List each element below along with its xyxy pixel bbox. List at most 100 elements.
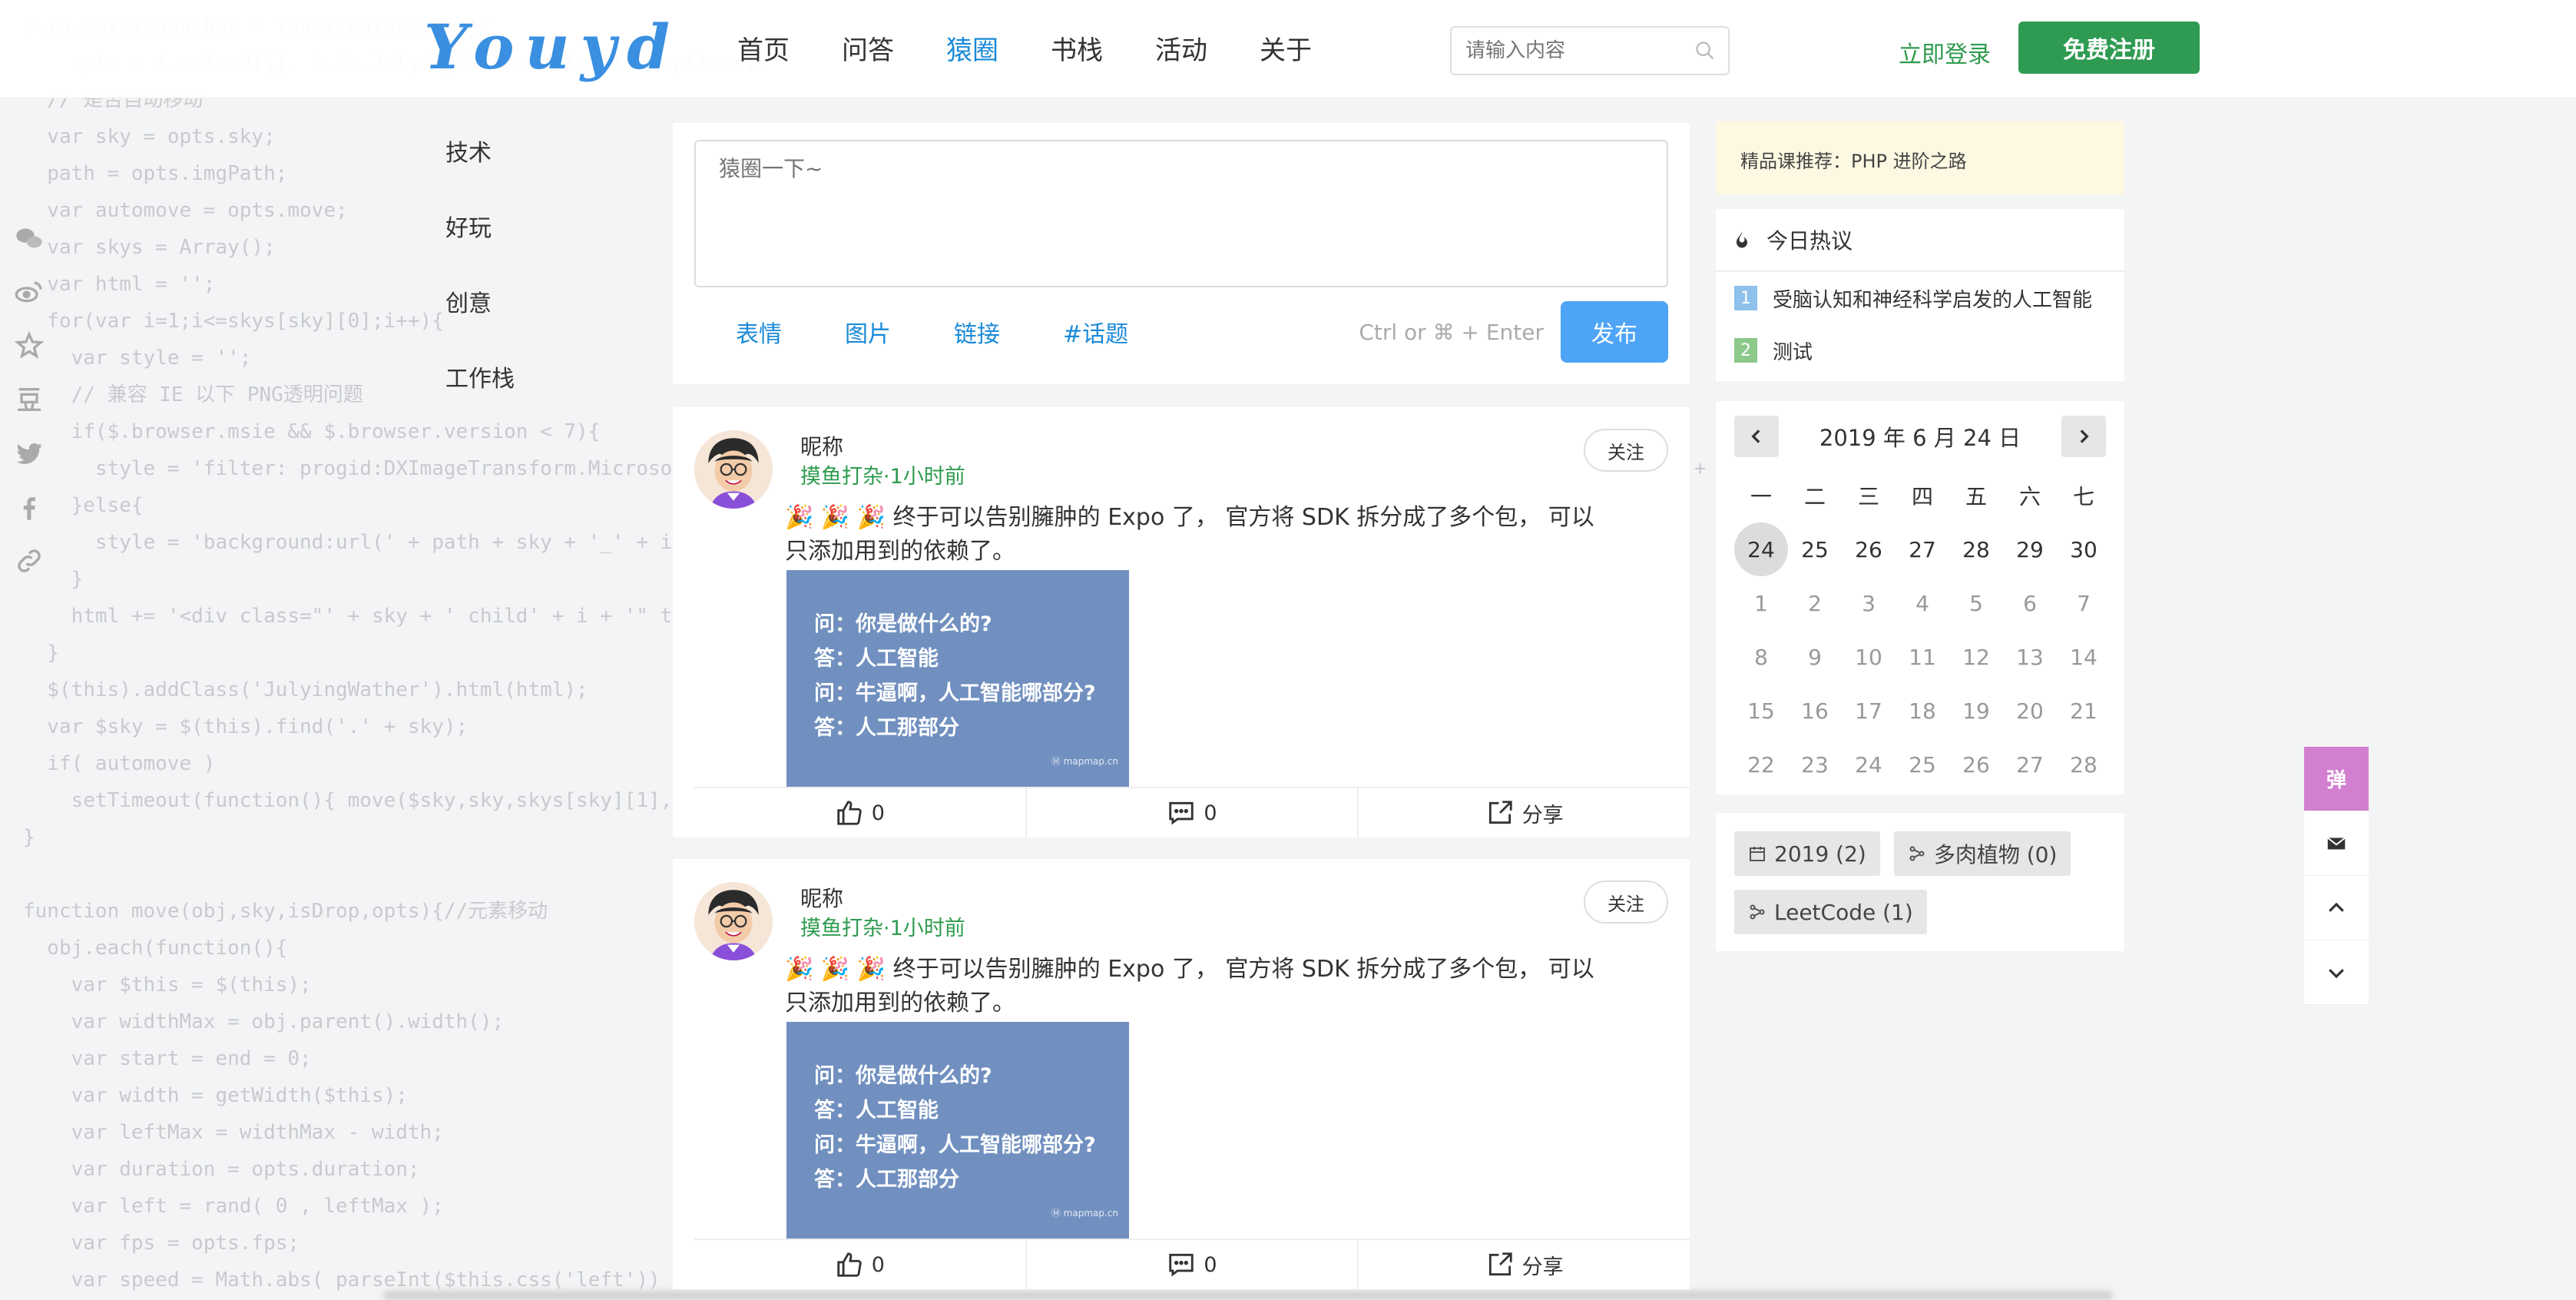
calendar-day[interactable]: 7 — [2057, 576, 2111, 630]
category-item[interactable]: 好玩 — [445, 209, 515, 284]
login-link[interactable]: 立即登录 — [1899, 35, 1991, 69]
calendar-day[interactable]: 20 — [2003, 684, 2057, 738]
course-promo[interactable]: 精品课推荐：PHP 进阶之路 — [1716, 121, 2124, 195]
calendar-prev-button[interactable] — [1734, 416, 1779, 457]
calendar-day[interactable]: 17 — [1842, 684, 1896, 738]
search-input[interactable] — [1452, 28, 1674, 74]
calendar-day[interactable]: 22 — [1734, 738, 1788, 791]
calendar-day[interactable]: 30 — [2057, 522, 2111, 576]
weibo-icon[interactable] — [14, 277, 45, 307]
composer-textarea[interactable] — [694, 140, 1668, 287]
avatar[interactable] — [694, 882, 773, 960]
post-author-name[interactable]: 昵称 — [800, 430, 843, 461]
link-icon[interactable] — [14, 546, 45, 576]
bottom-shadow — [384, 1291, 2112, 1300]
calendar-day[interactable]: 25 — [1788, 522, 1842, 576]
calendar-next-button[interactable] — [2061, 416, 2106, 457]
category-item[interactable]: 技术 — [445, 134, 515, 209]
message-button[interactable] — [2304, 811, 2369, 876]
image-text-line: 问：你是做什么的? — [814, 1064, 992, 1088]
douban-icon[interactable] — [14, 384, 45, 415]
calendar-day[interactable]: 14 — [2057, 630, 2111, 684]
comment-button[interactable]: 0 — [1025, 1240, 1358, 1289]
post-image[interactable]: 问：你是做什么的? 答：人工智能 问：牛逼啊，人工智能哪部分? 答：人工那部分 Ⓜ ma… — [786, 1022, 1129, 1239]
feed-post: 昵称 摸鱼打杂·1小时前 关注 🎉 🎉 🎉 终于可以告别臃肿的 Expo 了， 官方将… — [673, 407, 1690, 837]
facebook-icon[interactable] — [14, 492, 45, 522]
category-item[interactable]: 工作栈 — [445, 360, 515, 435]
twitter-icon[interactable] — [14, 438, 45, 469]
calendar-day[interactable]: 27 — [1896, 522, 1949, 576]
nav-item[interactable]: 活动 — [1155, 29, 1207, 67]
calendar-day[interactable]: 9 — [1788, 630, 1842, 684]
follow-button[interactable]: 关注 — [1584, 429, 1668, 472]
category-item[interactable]: 创意 — [445, 284, 515, 360]
register-button[interactable]: 免费注册 — [2018, 22, 2200, 74]
calendar-day[interactable]: 19 — [1949, 684, 2003, 738]
nav-item[interactable]: 猿圈 — [946, 29, 998, 67]
calendar-day-today[interactable]: 24 — [1734, 522, 1788, 576]
hot-topic-item[interactable]: 1 受脑认知和神经科学启发的人工智能 — [1716, 272, 2124, 324]
calendar-day[interactable]: 24 — [1842, 738, 1896, 791]
star-icon[interactable] — [14, 330, 45, 361]
calendar-day[interactable]: 3 — [1842, 576, 1896, 630]
share-icon — [1488, 801, 1512, 824]
post-image[interactable]: 问：你是做什么的? 答：人工智能 问：牛逼啊，人工智能哪部分? 答：人工那部分 Ⓜ ma… — [786, 570, 1129, 787]
calendar-day[interactable]: 21 — [2057, 684, 2111, 738]
calendar-day[interactable]: 2 — [1788, 576, 1842, 630]
search-icon[interactable] — [1694, 40, 1716, 61]
calendar-day[interactable]: 5 — [1949, 576, 2003, 630]
topic-button[interactable]: #话题 — [1063, 315, 1128, 349]
nav-item[interactable]: 关于 — [1260, 29, 1312, 67]
calendar-day[interactable]: 10 — [1842, 630, 1896, 684]
tag-chip[interactable]: 多肉植物 (0) — [1893, 831, 2071, 876]
follow-button[interactable]: 关注 — [1584, 880, 1668, 924]
wechat-icon[interactable] — [14, 223, 45, 254]
comment-button[interactable]: 0 — [1025, 788, 1358, 837]
hot-topic-item[interactable]: 2 测试 — [1716, 324, 2124, 376]
calendar-day[interactable]: 8 — [1734, 630, 1788, 684]
like-button[interactable]: 0 — [694, 1240, 1025, 1289]
image-button[interactable]: 图片 — [845, 315, 891, 349]
calendar-day[interactable]: 23 — [1788, 738, 1842, 791]
calendar-day[interactable]: 12 — [1949, 630, 2003, 684]
publish-button[interactable]: 发布 — [1561, 301, 1668, 363]
tag-chip[interactable]: 2019 (2) — [1734, 831, 1880, 876]
share-button[interactable]: 分享 — [1357, 788, 1690, 837]
calendar-day[interactable]: 13 — [2003, 630, 2057, 684]
calendar-day[interactable]: 28 — [1949, 522, 2003, 576]
link-button[interactable]: 链接 — [954, 315, 1000, 349]
nav-item[interactable]: 问答 — [842, 29, 894, 67]
share-button[interactable]: 分享 — [1357, 1240, 1690, 1289]
nav-item[interactable]: 首页 — [737, 29, 790, 67]
calendar-weekday: 五 — [1965, 484, 1987, 509]
site-logo[interactable]: Youyd — [424, 11, 680, 83]
calendar-day[interactable]: 1 — [1734, 576, 1788, 630]
emoji-button[interactable]: 表情 — [736, 315, 782, 349]
post-text: 🎉 🎉 🎉 终于可以告别臃肿的 Expo 了， 官方将 SDK 拆分成了多个包，… — [785, 956, 1594, 1016]
like-button[interactable]: 0 — [694, 788, 1025, 837]
calendar-day[interactable]: 6 — [2003, 576, 2057, 630]
calendar-day[interactable]: 29 — [2003, 522, 2057, 576]
calendar-day[interactable]: 26 — [1842, 522, 1896, 576]
danmu-toggle-button[interactable]: 弹 — [2304, 747, 2369, 811]
calendar-day[interactable]: 18 — [1896, 684, 1949, 738]
post-text: 🎉 🎉 🎉 终于可以告别臃肿的 Expo 了， 官方将 SDK 拆分成了多个包，… — [785, 504, 1594, 565]
avatar[interactable] — [694, 430, 773, 509]
calendar-day[interactable]: 26 — [1949, 738, 2003, 791]
chevron-right-icon — [2080, 429, 2089, 443]
calendar-day[interactable]: 25 — [1896, 738, 1949, 791]
like-count: 0 — [871, 1252, 885, 1277]
nav-item[interactable]: 书栈 — [1051, 29, 1103, 67]
calendar-day[interactable]: 16 — [1788, 684, 1842, 738]
calendar-day[interactable]: 4 — [1896, 576, 1949, 630]
image-text-line: 答：人工智能 — [814, 647, 939, 671]
calendar-day[interactable]: 27 — [2003, 738, 2057, 791]
tag-chip[interactable]: LeetCode (1) — [1734, 890, 1927, 934]
thumbs-up-icon — [837, 801, 862, 825]
post-author-name[interactable]: 昵称 — [800, 882, 843, 913]
calendar-day[interactable]: 28 — [2057, 738, 2111, 791]
scroll-top-button[interactable] — [2304, 876, 2369, 940]
calendar-day[interactable]: 15 — [1734, 684, 1788, 738]
scroll-bottom-button[interactable] — [2304, 940, 2369, 1005]
calendar-day[interactable]: 11 — [1896, 630, 1949, 684]
